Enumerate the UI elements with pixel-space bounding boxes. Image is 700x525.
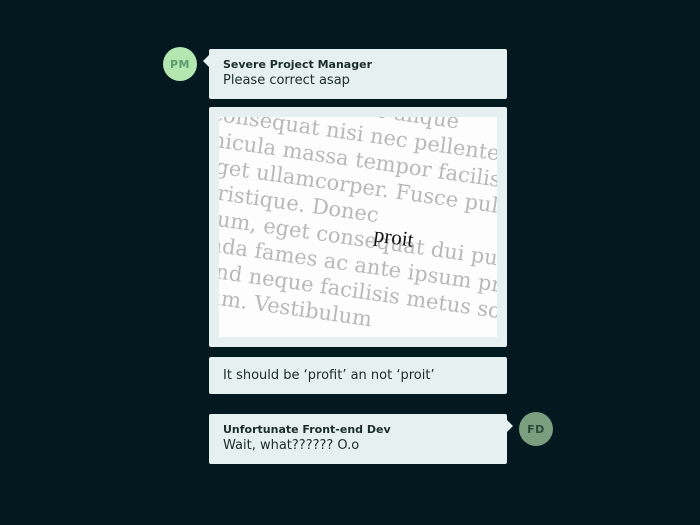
avatar: FD [519, 412, 553, 446]
image-background-text: gue vitae tellus ac alique n consequat n… [219, 117, 497, 332]
highlighted-word: proit [372, 222, 416, 252]
image-bubble: gue vitae tellus ac alique n consequat n… [209, 107, 507, 347]
sender-name: Severe Project Manager [223, 58, 372, 71]
attached-image[interactable]: gue vitae tellus ac alique n consequat n… [219, 117, 497, 337]
avatar: PM [163, 47, 197, 81]
bubble-tail [203, 55, 209, 67]
message-text: Wait, what?????? O.o [223, 438, 360, 453]
chat-bubble: Unfortunate Front-end Dev Wait, what????… [209, 414, 513, 464]
sender-name: Unfortunate Front-end Dev [223, 423, 391, 436]
chat-bubble: Severe Project Manager Please correct as… [203, 49, 507, 99]
message-text: It should be ‘profit’ an not ‘proit’ [223, 367, 435, 383]
bubble-tail [507, 420, 513, 432]
chat-bubble: It should be ‘profit’ an not ‘proit’ [209, 357, 507, 394]
message-text: Please correct asap [223, 73, 350, 88]
